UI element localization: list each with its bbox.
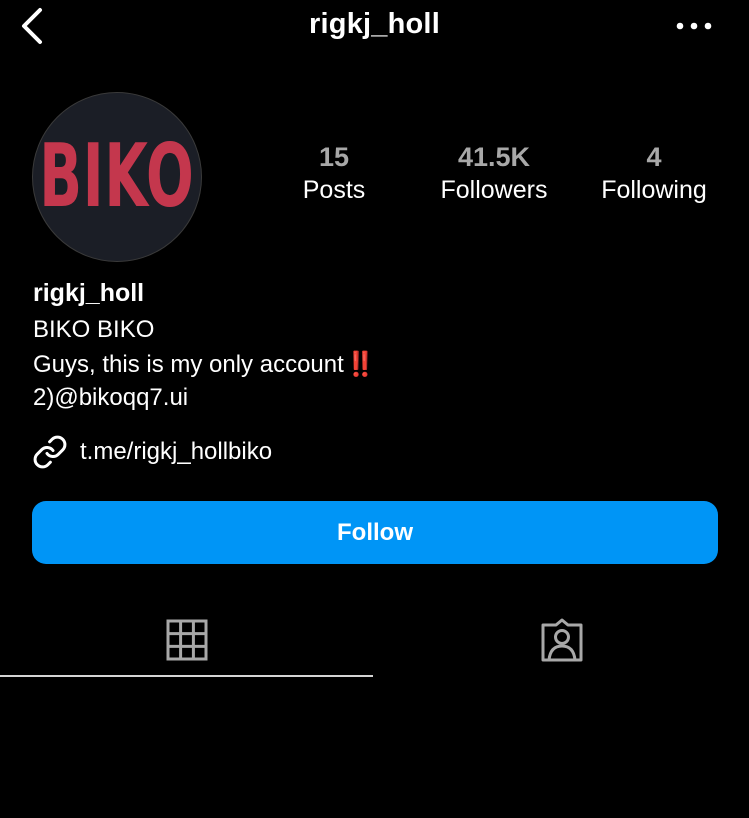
profile-link[interactable]: t.me/rigkj_hollbiko xyxy=(32,434,272,470)
followers-label: Followers xyxy=(440,176,548,204)
stat-posts[interactable]: 15 Posts xyxy=(254,140,414,206)
active-tab-indicator xyxy=(0,675,373,677)
avatar[interactable]: BIKO xyxy=(32,92,202,262)
bio-line: BIKO BIKO xyxy=(33,316,155,343)
avatar-logo-text: BIKO xyxy=(39,126,195,228)
posts-label: Posts xyxy=(302,176,366,204)
page-title: rigkj_holl xyxy=(309,8,440,40)
more-horizontal-icon xyxy=(676,22,712,30)
follow-button[interactable]: Follow xyxy=(32,501,718,564)
profile-username: rigkj_holl xyxy=(33,279,145,307)
posts-count: 15 xyxy=(318,142,350,172)
tagged-person-icon xyxy=(541,618,583,662)
profile-link-text: t.me/rigkj_hollbiko xyxy=(80,438,273,465)
bio-line: Guys, this is my only account‼️ xyxy=(33,350,376,379)
stat-followers[interactable]: 41.5K Followers xyxy=(414,140,574,206)
following-count: 4 xyxy=(646,142,662,172)
tab-tagged[interactable] xyxy=(375,604,749,676)
bio-line-text: Guys, this is my only account xyxy=(33,351,344,378)
double-exclamation-emoji: ‼️ xyxy=(345,351,376,378)
link-icon xyxy=(32,434,68,470)
grid-icon xyxy=(166,619,207,661)
followers-count: 41.5K xyxy=(457,142,531,172)
more-options-button[interactable] xyxy=(672,14,716,38)
tab-posts-grid[interactable] xyxy=(0,604,373,676)
following-label: Following xyxy=(601,176,707,204)
stat-following[interactable]: 4 Following xyxy=(574,140,734,206)
bio-mention[interactable]: 2)@bikoqq7.ui xyxy=(33,384,188,412)
